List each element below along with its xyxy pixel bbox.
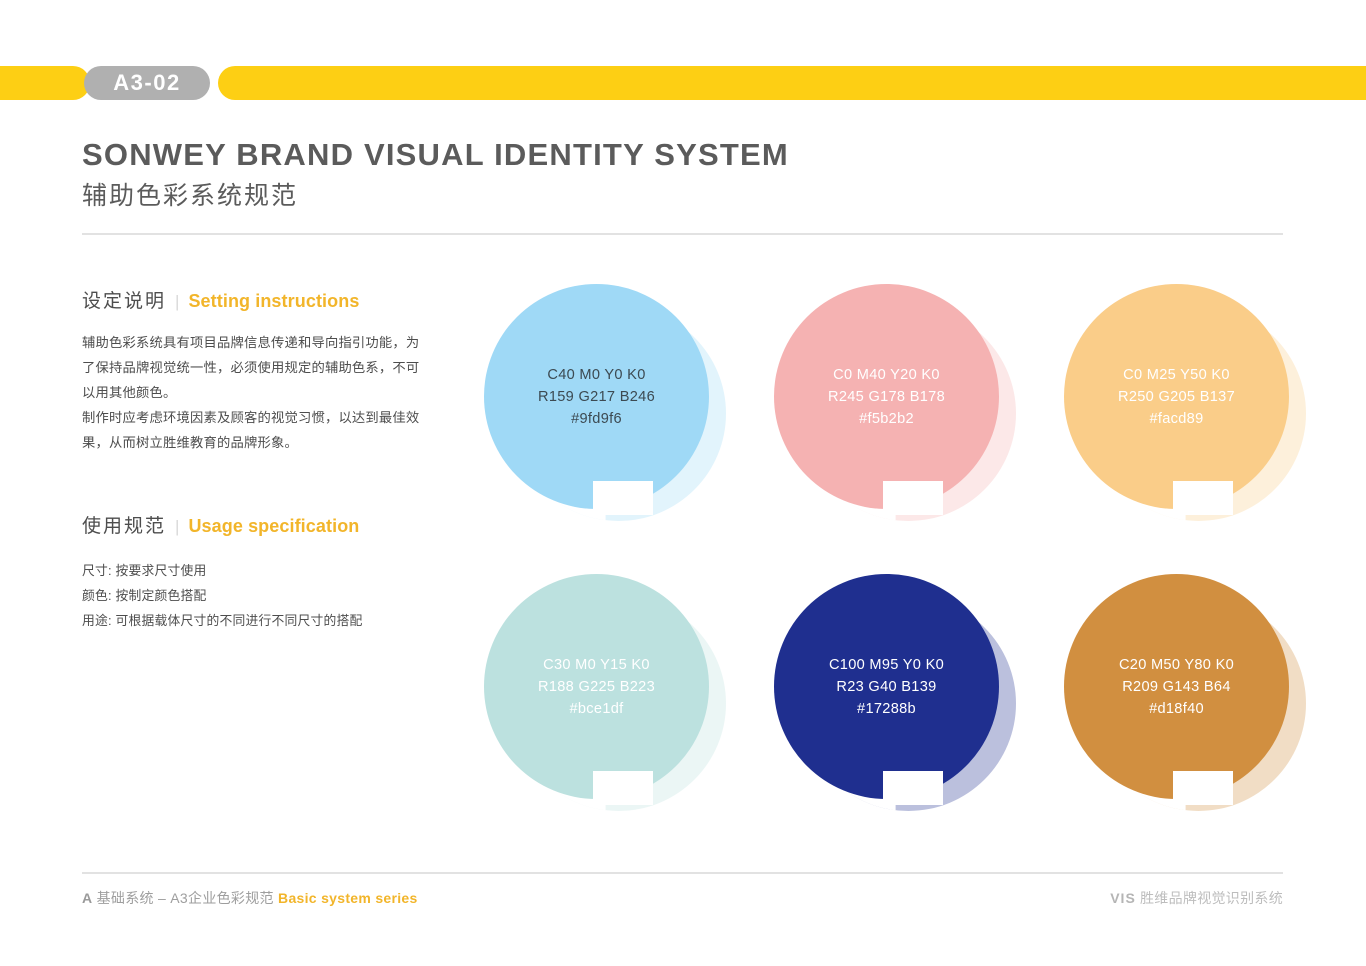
page-title-block: SONWEY BRAND VISUAL IDENTITY SYSTEM 辅助色彩… <box>82 137 1287 211</box>
swatch-cmyk-value: C0 M40 Y20 K0 <box>833 366 940 383</box>
swatch-hex-value: #bce1df <box>569 700 624 717</box>
swatch-main-circle[interactable]: C0 M25 Y50 K0 R250 G205 B137 #facd89 <box>1064 284 1289 509</box>
swatch-cmyk-value: C40 M0 Y0 K0 <box>547 366 646 383</box>
swatch-caption: C0 M40 Y20 K0 R245 G178 B178 #f5b2b2 <box>828 364 945 430</box>
swatch-hex-value: #facd89 <box>1149 410 1204 427</box>
swatch-main-circle[interactable]: C20 M50 Y80 K0 R209 G143 B64 #d18f40 <box>1064 574 1289 799</box>
swatch-rgb-value: R159 G217 B246 <box>538 388 655 405</box>
setting-paragraph-2: 制作时应考虑环境因素及顾客的视觉习惯，以达到最佳效果，从而树立胜维教育的品牌形象… <box>82 410 420 450</box>
setting-heading-cn: 设定说明 <box>82 291 167 312</box>
footer-brand: VIS 胜维品牌视觉识别系统 <box>1110 888 1283 908</box>
color-swatch-deep-navy[interactable]: C100 M95 Y0 K0 R23 G40 B139 #17288b <box>774 574 1016 829</box>
swatch-rgb-value: R245 G178 B178 <box>828 388 945 405</box>
usage-specification-heading: 使用规范 | Usage specification <box>82 511 422 538</box>
setting-instructions-body: 辅助色彩系统具有项目品牌信息传递和导向指引功能，为了保持品牌视觉统一性，必须使用… <box>82 330 422 455</box>
swatch-rgb-value: R209 G143 B64 <box>1122 678 1231 695</box>
swatch-rgb-value: R188 G225 B223 <box>538 678 655 695</box>
swatch-main-notch <box>1173 481 1233 515</box>
page-title-chinese: 辅助色彩系统规范 <box>82 182 299 211</box>
footer-brand-cn: 胜维品牌视觉识别系统 <box>1140 890 1283 906</box>
color-swatch-ochre-bronze[interactable]: C20 M50 Y80 K0 R209 G143 B64 #d18f40 <box>1064 574 1306 829</box>
swatch-caption: C100 M95 Y0 K0 R23 G40 B139 #17288b <box>829 654 944 720</box>
swatch-caption: C30 M0 Y15 K0 R188 G225 B223 #bce1df <box>538 654 655 720</box>
swatch-hex-value: #17288b <box>857 700 916 717</box>
usage-item-size: 尺寸: 按要求尺寸使用 <box>82 563 207 578</box>
setting-heading-divider: | <box>175 292 180 311</box>
swatch-cmyk-value: C0 M25 Y50 K0 <box>1123 366 1230 383</box>
left-description-column: 设定说明 | Setting instructions 辅助色彩系统具有项目品牌… <box>82 286 422 633</box>
usage-specification-list: 尺寸: 按要求尺寸使用 颜色: 按制定颜色搭配 用途: 可根据载体尺寸的不同进行… <box>82 558 422 633</box>
swatch-main-notch <box>593 481 653 515</box>
swatch-hex-value: #f5b2b2 <box>859 410 914 427</box>
swatch-main-circle[interactable]: C100 M95 Y0 K0 R23 G40 B139 #17288b <box>774 574 999 799</box>
swatch-rgb-value: R250 G205 B137 <box>1118 388 1235 405</box>
swatch-hex-value: #d18f40 <box>1149 700 1204 717</box>
color-swatch-light-blue[interactable]: C40 M0 Y0 K0 R159 G217 B246 #9fd9f6 <box>484 284 726 539</box>
top-bar-right-segment <box>218 66 1366 100</box>
page-code-label: A3-02 <box>113 70 181 95</box>
swatch-hex-value: #9fd9f6 <box>571 410 622 427</box>
swatch-main-notch <box>883 771 943 805</box>
color-swatch-rose-pink[interactable]: C0 M40 Y20 K0 R245 G178 B178 #f5b2b2 <box>774 284 1016 539</box>
swatch-main-circle[interactable]: C30 M0 Y15 K0 R188 G225 B223 #bce1df <box>484 574 709 799</box>
footer-section-letter: A <box>82 890 93 906</box>
usage-item-purpose: 用途: 可根据载体尺寸的不同进行不同尺寸的搭配 <box>82 613 363 628</box>
swatch-main-circle[interactable]: C40 M0 Y0 K0 R159 G217 B246 #9fd9f6 <box>484 284 709 509</box>
usage-heading-en: Usage specification <box>188 516 360 536</box>
swatch-caption: C20 M50 Y80 K0 R209 G143 B64 #d18f40 <box>1119 654 1234 720</box>
footer-vis-label: VIS <box>1110 890 1136 906</box>
footer-breadcrumb-cn: 基础系统 – A3企业色彩规范 <box>96 890 274 906</box>
swatch-cmyk-value: C30 M0 Y15 K0 <box>543 656 650 673</box>
title-divider <box>82 233 1283 235</box>
page-code-badge: A3-02 <box>84 66 210 100</box>
color-swatch-warm-sand[interactable]: C0 M25 Y50 K0 R250 G205 B137 #facd89 <box>1064 284 1306 539</box>
swatch-caption: C0 M25 Y50 K0 R250 G205 B137 #facd89 <box>1118 364 1235 430</box>
setting-instructions-heading: 设定说明 | Setting instructions <box>82 286 422 313</box>
swatch-main-circle[interactable]: C0 M40 Y20 K0 R245 G178 B178 #f5b2b2 <box>774 284 999 509</box>
footer-breadcrumb: A 基础系统 – A3企业色彩规范 Basic system series <box>82 888 418 908</box>
usage-heading-divider: | <box>175 517 180 536</box>
usage-item-color: 颜色: 按制定颜色搭配 <box>82 588 207 603</box>
footer-divider <box>82 872 1283 874</box>
swatch-cmyk-value: C20 M50 Y80 K0 <box>1118 656 1235 673</box>
color-swatch-grid: C40 M0 Y0 K0 R159 G217 B246 #9fd9f6 C0 M40 … <box>484 284 1306 844</box>
swatch-main-notch <box>593 771 653 805</box>
color-swatch-pale-mint[interactable]: C30 M0 Y15 K0 R188 G225 B223 #bce1df <box>484 574 726 829</box>
swatch-rgb-value: R23 G40 B139 <box>836 678 937 695</box>
page-title-english: SONWEY BRAND VISUAL IDENTITY SYSTEM <box>82 137 789 172</box>
swatch-cmyk-value: C100 M95 Y0 K0 <box>828 656 945 673</box>
footer-breadcrumb-en: Basic system series <box>278 890 418 906</box>
usage-heading-cn: 使用规范 <box>82 516 167 537</box>
swatch-main-notch <box>883 481 943 515</box>
swatch-caption: C40 M0 Y0 K0 R159 G217 B246 #9fd9f6 <box>538 364 655 430</box>
swatch-main-notch <box>1173 771 1233 805</box>
setting-heading-en: Setting instructions <box>188 291 360 311</box>
setting-paragraph-1: 辅助色彩系统具有项目品牌信息传递和导向指引功能，为了保持品牌视觉统一性，必须使用… <box>82 335 420 400</box>
top-bar-left-segment <box>0 66 90 100</box>
